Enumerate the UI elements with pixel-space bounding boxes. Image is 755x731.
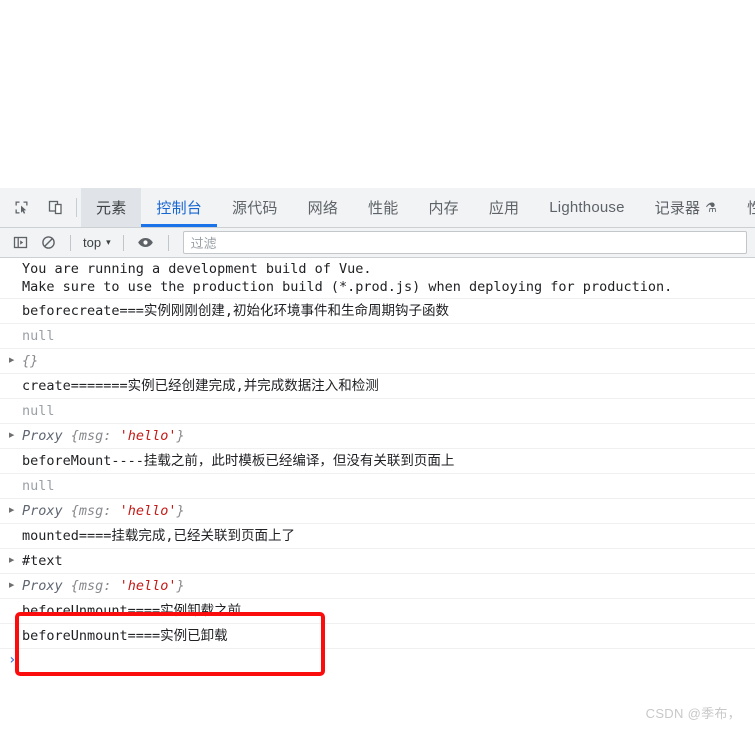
console-message[interactable]: You are running a development build of V…: [0, 258, 755, 299]
console-message[interactable]: beforeUnmount====实例已卸载: [0, 624, 755, 649]
tab-recorder[interactable]: 记录器 ⚗: [640, 188, 732, 227]
tab-lighthouse[interactable]: Lighthouse: [534, 188, 639, 227]
console-message[interactable]: null: [0, 474, 755, 499]
tab-elements-label: 元素: [96, 200, 127, 217]
console-object-preview: {}: [22, 353, 39, 369]
expand-arrow-icon[interactable]: ▶: [9, 506, 14, 516]
tab-performance-insights[interactable]: 性: [732, 188, 755, 227]
tab-application-label: 应用: [488, 200, 520, 217]
watermark: CSDN @季布，: [645, 706, 741, 721]
console-message[interactable]: ▶ Proxy {msg: 'hello'}: [0, 574, 755, 599]
devtools-tool-icons: [0, 188, 72, 227]
console-message-text: null: [22, 328, 55, 344]
tab-network[interactable]: 网络: [293, 188, 353, 227]
console-message-text: mounted====挂载完成,已经关联到页面上了: [22, 528, 296, 544]
tab-sources[interactable]: 源代码: [217, 188, 293, 227]
device-toolbar-icon[interactable]: [44, 197, 66, 219]
console-message-text: beforeUnmount====实例已卸载: [22, 628, 228, 644]
console-object-key: msg:: [78, 578, 112, 594]
console-object-close: }: [176, 428, 185, 444]
console-object-open: {: [70, 503, 79, 519]
tab-performance-insights-label: 性: [747, 197, 755, 218]
devtools-tabs: 元素 控制台 源代码 网络 性能 内存 应用 Lighthouse 记录器 ⚗: [81, 188, 755, 227]
console-toolbar-divider-2: [122, 234, 124, 251]
web-page-viewport: [0, 0, 755, 188]
console-message[interactable]: ▶ Proxy {msg: 'hello'}: [0, 499, 755, 524]
console-message[interactable]: beforeMount----挂载之前，此时模板已经编译，但没有关联到页面上: [0, 449, 755, 474]
tab-performance[interactable]: 性能: [353, 188, 413, 227]
console-message[interactable]: beforeUnmount====实例卸载之前: [0, 599, 755, 624]
console-object-type: Proxy: [22, 503, 63, 519]
console-message[interactable]: ▶ #text: [0, 549, 755, 574]
expand-arrow-icon[interactable]: ▶: [9, 581, 14, 591]
console-message-text: You are running a development build of V…: [22, 261, 372, 277]
clear-console-icon[interactable]: [36, 232, 60, 254]
console-object-close: }: [176, 503, 185, 519]
console-message[interactable]: create=======实例已经创建完成,并完成数据注入和检测: [0, 374, 755, 399]
console-message-list[interactable]: You are running a development build of V…: [0, 258, 755, 731]
console-toolbar: top ▾ 过滤: [0, 228, 755, 258]
tab-console[interactable]: 控制台: [141, 188, 217, 227]
console-message-text: beforeUnmount====实例卸载之前: [22, 603, 242, 619]
tab-application[interactable]: 应用: [474, 188, 534, 227]
console-toolbar-divider-1: [70, 234, 71, 251]
tab-recorder-label: 记录器: [654, 200, 701, 217]
console-context-value: top: [83, 235, 102, 250]
expand-arrow-icon[interactable]: ▶: [9, 556, 14, 566]
tab-sources-label: 源代码: [232, 200, 278, 217]
expand-arrow-icon[interactable]: ▶: [9, 431, 14, 441]
tab-memory[interactable]: 内存: [413, 188, 473, 227]
console-sidebar-icon[interactable]: [8, 232, 32, 254]
chevron-down-icon: ▾: [106, 237, 111, 247]
console-object-value: 'hello': [119, 428, 177, 444]
console-message-text: beforecreate===实例刚刚创建,初始化环境事件和生命周期钩子函数: [22, 303, 450, 319]
console-object-open: {: [70, 578, 79, 594]
console-message[interactable]: null: [0, 324, 755, 349]
live-expression-eye-icon[interactable]: [134, 232, 158, 254]
console-object-value: 'hello': [119, 578, 177, 594]
console-input-prompt[interactable]: ›: [0, 649, 755, 671]
console-message[interactable]: beforecreate===实例刚刚创建,初始化环境事件和生命周期钩子函数: [0, 299, 755, 324]
tab-performance-label: 性能: [368, 200, 399, 217]
tab-memory-label: 内存: [428, 200, 459, 217]
console-object-value: 'hello': [119, 503, 177, 519]
devtools-tabstrip: 元素 控制台 源代码 网络 性能 内存 应用 Lighthouse 记录器 ⚗: [0, 188, 755, 228]
inspect-element-icon[interactable]: [10, 197, 32, 219]
console-dom-node: #text: [22, 553, 63, 569]
tab-console-label: 控制台: [156, 200, 203, 217]
console-message[interactable]: ▶ Proxy {msg: 'hello'}: [0, 424, 755, 449]
console-context-selector[interactable]: top ▾: [81, 235, 113, 250]
tab-lighthouse-label: Lighthouse: [549, 199, 625, 216]
console-filter-placeholder: 过滤: [190, 236, 217, 251]
console-toolbar-divider-3: [167, 234, 169, 251]
console-object-type: Proxy: [22, 578, 63, 594]
console-message-text: Make sure to use the production build (*…: [22, 279, 673, 295]
console-object-open: {: [70, 428, 79, 444]
console-message-text: null: [22, 478, 55, 494]
tabstrip-divider: [76, 198, 77, 217]
experimental-flask-icon: ⚗: [705, 200, 718, 215]
console-filter-input[interactable]: 过滤: [182, 231, 747, 254]
console-message-text: create=======实例已经创建完成,并完成数据注入和检测: [22, 378, 379, 394]
console-object-type: Proxy: [22, 428, 63, 444]
console-object-close: }: [176, 578, 185, 594]
console-message[interactable]: mounted====挂载完成,已经关联到页面上了: [0, 524, 755, 549]
console-message-text: null: [22, 403, 55, 419]
console-message[interactable]: null: [0, 399, 755, 424]
console-object-key: msg:: [78, 503, 112, 519]
tab-elements[interactable]: 元素: [81, 188, 142, 227]
expand-arrow-icon[interactable]: ▶: [9, 356, 14, 366]
prompt-caret-icon: ›: [8, 652, 17, 668]
devtools-panel: 元素 控制台 源代码 网络 性能 内存 应用 Lighthouse 记录器 ⚗ …: [0, 188, 755, 731]
console-object-key: msg:: [78, 428, 112, 444]
tab-network-label: 网络: [307, 200, 339, 217]
console-message[interactable]: ▶ {}: [0, 349, 755, 374]
console-message-text: beforeMount----挂载之前，此时模板已经编译，但没有关联到页面上: [22, 453, 455, 469]
